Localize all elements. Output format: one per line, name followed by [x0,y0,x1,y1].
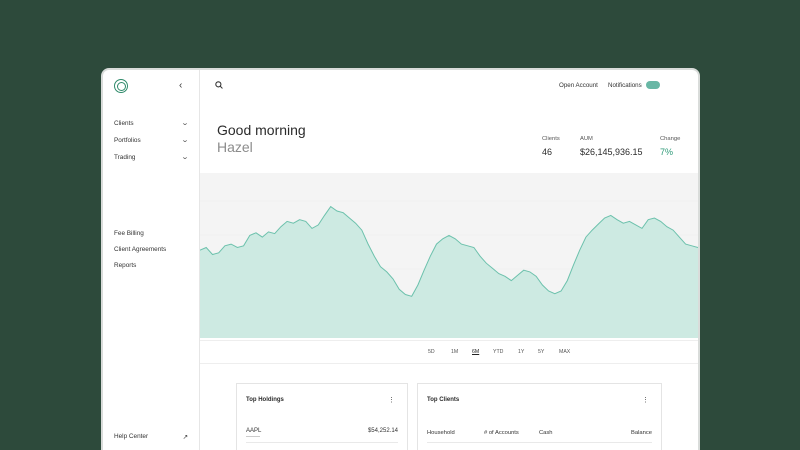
sidebar: ‹ Clients ⌄ Portfolios ⌄ Trading ⌄ Fee B… [103,70,200,450]
column-header[interactable]: Household [427,430,455,436]
stat-aum: AUM $26,145,936.15 [580,136,643,157]
range-1m[interactable]: 1M [451,349,458,355]
aum-chart-svg [200,173,698,338]
stat-label: AUM [580,136,593,142]
range-max[interactable]: MAX [559,349,570,355]
stat-change: Change 7% [660,136,680,157]
sidebar-item-clients[interactable]: Clients ⌄ [114,119,190,128]
card-title: Top Clients [427,397,460,403]
stat-value: $26,145,936.15 [580,147,643,157]
range-6m[interactable]: 6M [472,349,479,355]
column-header[interactable]: # of Accounts [484,430,519,436]
range-5y[interactable]: 5Y [538,349,544,355]
sidebar-item-label: Fee Billing [114,230,144,237]
more-options-icon[interactable]: ⋮ [388,396,395,404]
card-title: Top Holdings [246,397,284,403]
chevron-down-icon: ⌄ [180,120,190,127]
greeting-line: Good morning [217,122,306,138]
notifications-button[interactable]: Notifications [608,82,642,89]
sidebar-item-label: Portfolios [114,136,141,144]
search-icon[interactable] [215,81,223,89]
top-clients-card: Top Clients ⋮ Household # of Accounts Ca… [417,383,662,450]
range-5d[interactable]: 5D [428,349,435,355]
column-header[interactable]: Cash [539,430,553,436]
divider [427,442,652,443]
chevron-down-icon: ⌄ [180,137,190,144]
stat-label: Clients [542,136,560,142]
top-holdings-card: Top Holdings ⋮ AAPL $54,252.14 [236,383,408,450]
collapse-sidebar-icon[interactable]: ‹ [179,80,182,91]
holding-subtitle [246,436,260,437]
range-1y[interactable]: 1Y [518,349,524,355]
help-center-label: Help Center [114,433,149,440]
app-window: ‹ Clients ⌄ Portfolios ⌄ Trading ⌄ Fee B… [103,70,698,450]
holding-symbol: AAPL [246,428,262,434]
logo-icon[interactable] [114,79,128,93]
user-name: Hazel [217,139,253,155]
stat-clients: Clients 46 [542,136,560,157]
more-options-icon[interactable]: ⋮ [642,396,649,404]
divider [246,442,398,443]
sidebar-item-label: Client Agreements [114,246,167,253]
sidebar-item-label: Trading [114,153,136,161]
sidebar-item-label: Reports [114,262,137,269]
stat-value: 7% [660,147,674,157]
aum-chart[interactable] [200,173,698,338]
holding-value: $54,252.14 [367,428,398,434]
sidebar-item-fee-billing[interactable]: Fee Billing [114,230,188,237]
sidebar-item-trading[interactable]: Trading ⌄ [114,153,190,162]
range-selector: 5D 1M 6M YTD 1Y 5Y MAX [200,340,698,364]
open-account-button[interactable]: Open Account [559,82,598,89]
stat-label: Change [660,136,681,142]
notifications-badge[interactable] [646,81,660,89]
sidebar-item-portfolios[interactable]: Portfolios ⌄ [114,136,190,145]
external-link-icon: ↗ [182,434,188,441]
help-center-link[interactable]: Help Center ↗ [114,433,188,441]
sidebar-item-client-agreements[interactable]: Client Agreements [114,246,188,253]
column-header[interactable]: Balance [631,430,652,436]
chevron-down-icon: ⌄ [180,154,190,161]
top-bar: Open Account Notifications [200,70,698,102]
stat-value: 46 [542,147,553,157]
sidebar-item-label: Clients [114,119,134,127]
range-ytd[interactable]: YTD [493,349,503,355]
sidebar-item-reports[interactable]: Reports [114,262,188,269]
